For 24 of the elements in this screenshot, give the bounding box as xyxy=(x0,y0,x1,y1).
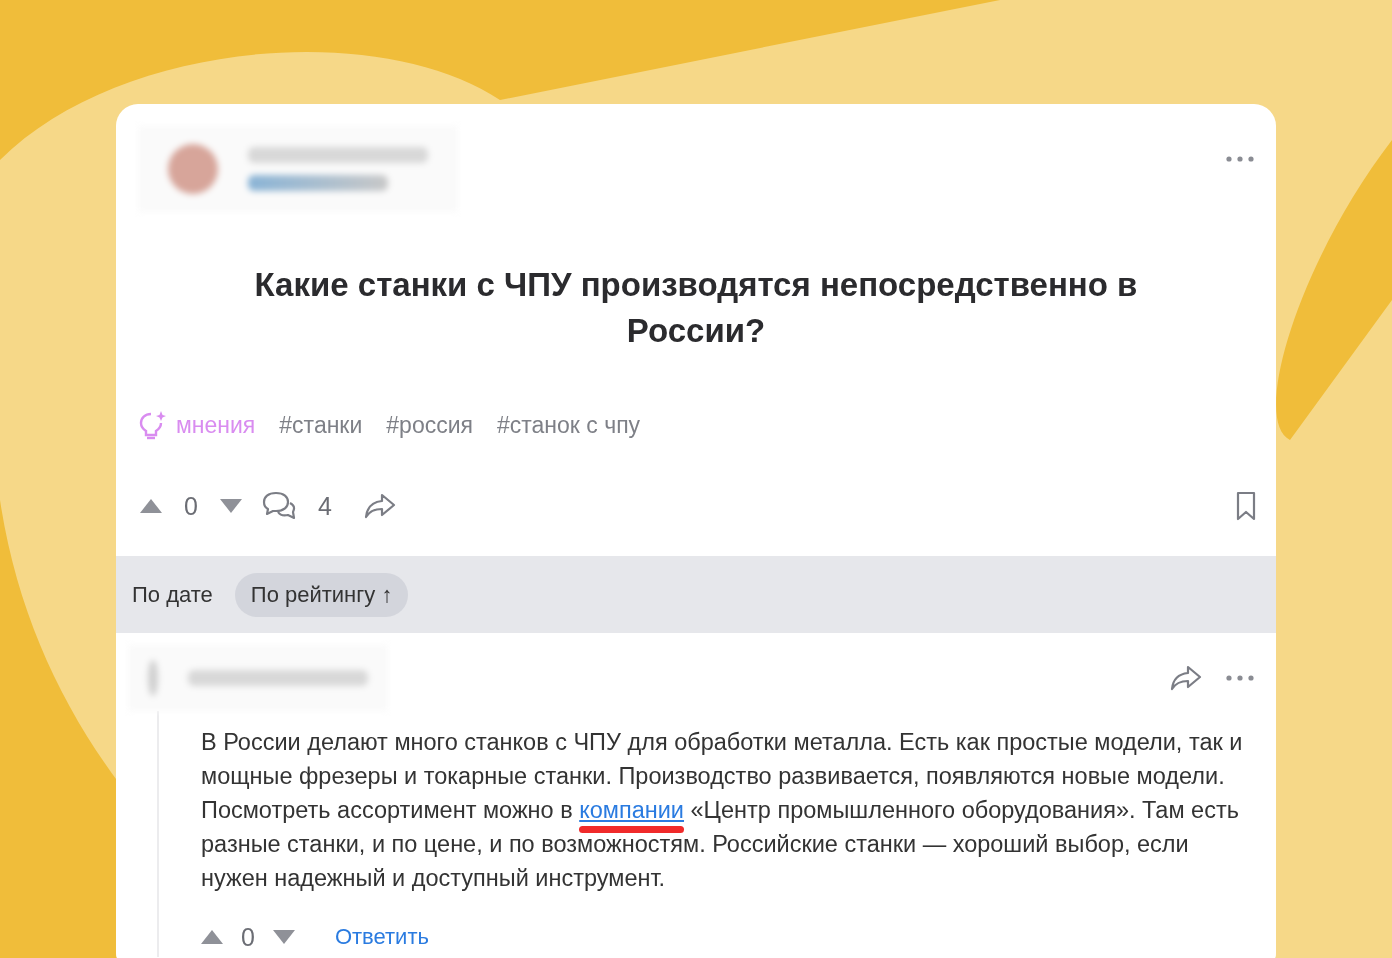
lightbulb-icon xyxy=(138,410,168,440)
comment-count: 4 xyxy=(317,491,332,521)
more-icon[interactable] xyxy=(1226,156,1254,162)
reply-link[interactable]: Ответить xyxy=(334,924,429,950)
downvote-icon[interactable] xyxy=(219,499,242,513)
tag-link[interactable]: #россия xyxy=(386,411,473,439)
more-icon[interactable] xyxy=(1226,675,1254,681)
sort-tab[interactable]: По рейтингу ↑ xyxy=(234,572,409,617)
tag-link[interactable]: #станки xyxy=(279,411,363,439)
comments-icon[interactable] xyxy=(261,491,296,521)
upvote-icon[interactable] xyxy=(140,499,162,513)
vote-count: 0 xyxy=(241,922,255,952)
bookmark-icon[interactable] xyxy=(1234,491,1258,521)
vote-count: 0 xyxy=(184,491,198,521)
answer-text: В России делают много станков с ЧПУ для обработки металла. Есть как простые модели, так и мощные фрезеры и токарные станки. Производство развивается, появляются новые модели. Посмотреть ассортимент можно в компании «Центр промышленного оборудования». Там есть разные станки, и по цене, и по возможностям. Российские станки — хороший выбор, если нужен надежный и доступный инструмент. xyxy=(201,728,1244,893)
share-icon[interactable] xyxy=(1170,665,1202,691)
tag-link[interactable]: #станок с чпу xyxy=(497,411,641,439)
upvote-icon[interactable] xyxy=(201,930,223,944)
downvote-icon[interactable] xyxy=(272,930,295,944)
question-title: Какие станки с ЧПУ производятся непосредственно в России? xyxy=(253,265,1139,351)
company-link[interactable]: компании xyxy=(579,797,684,823)
share-icon[interactable] xyxy=(363,493,396,519)
category-link[interactable]: мнения xyxy=(138,410,256,440)
sort-tab[interactable]: По дате xyxy=(122,572,223,617)
